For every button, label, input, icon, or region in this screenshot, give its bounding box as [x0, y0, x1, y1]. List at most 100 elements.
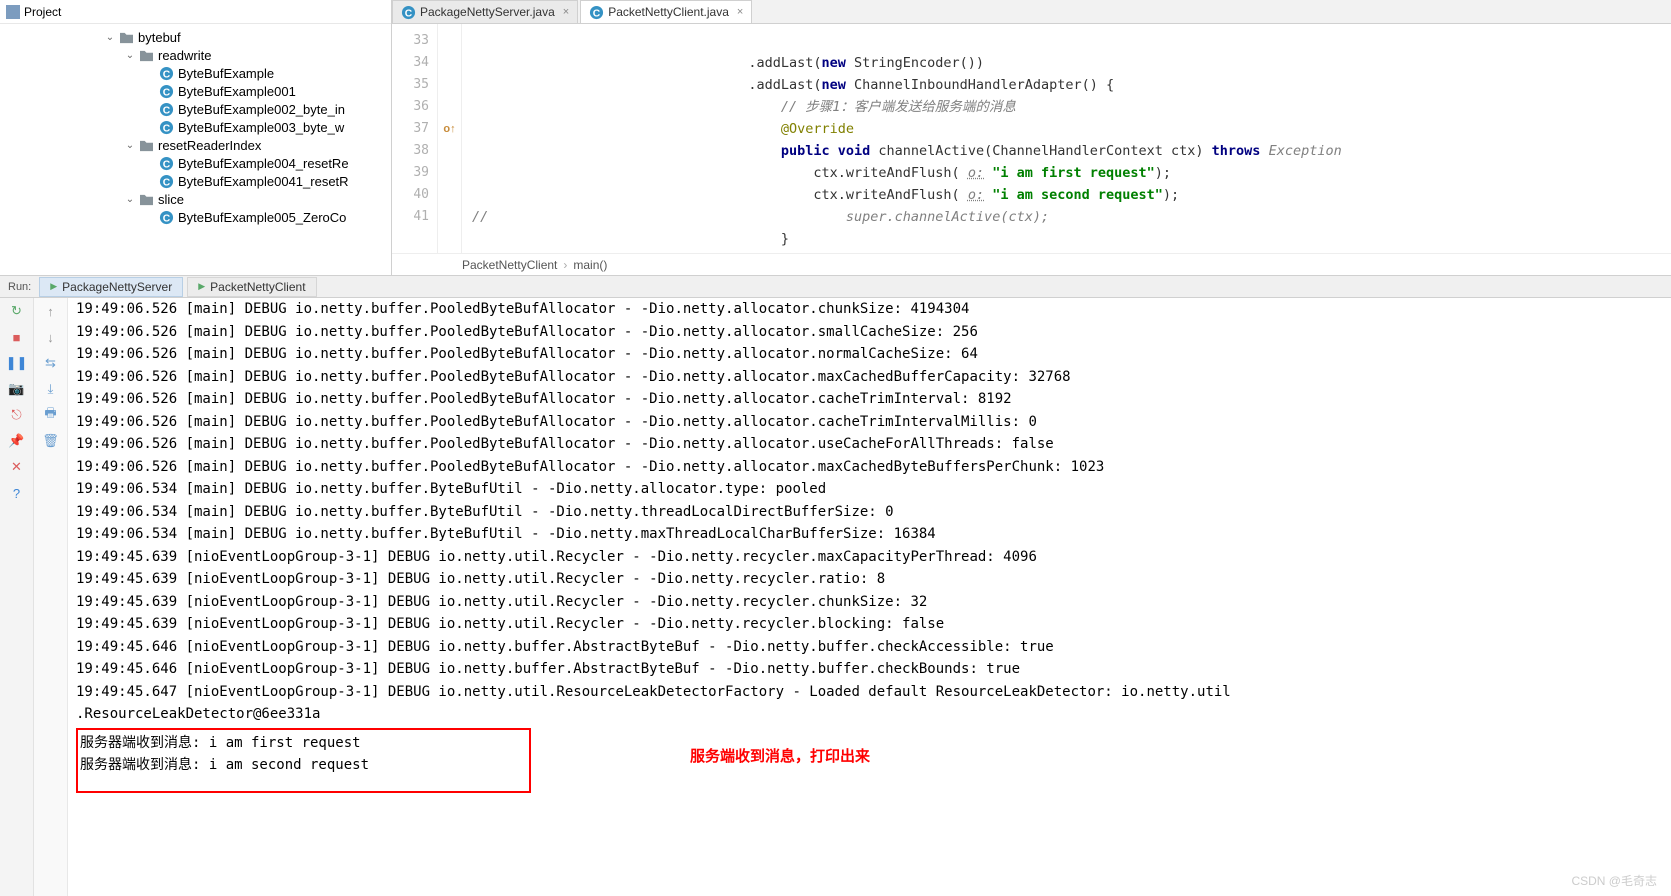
tree-item-label: ByteBufExample004_resetRe [178, 156, 349, 171]
svg-text:C: C [162, 177, 170, 188]
chevron-down-icon[interactable]: ⌄ [124, 50, 136, 61]
breadcrumb-method[interactable]: main() [573, 258, 607, 272]
tree-item[interactable]: CByteBufExample003_byte_w [0, 118, 391, 136]
tree-item[interactable]: ⌄ slice [0, 190, 391, 208]
run-tab[interactable]: ▶PacketNettyClient [187, 277, 316, 297]
console-line: 19:49:06.526 [main] DEBUG io.netty.buffe… [76, 321, 1671, 344]
svg-text:C: C [593, 8, 601, 19]
console-line: 19:49:06.526 [main] DEBUG io.netty.buffe… [76, 456, 1671, 479]
scroll-end-icon[interactable]: ⤓ [42, 380, 60, 398]
class-icon: C [158, 173, 174, 189]
tree-item-label: bytebuf [138, 30, 181, 45]
chevron-down-icon[interactable]: ⌄ [124, 194, 136, 205]
console-output[interactable]: 19:49:06.526 [main] DEBUG io.netty.buffe… [68, 298, 1671, 896]
line-number: 40 [392, 184, 437, 206]
tree-item[interactable]: C ByteBufExample0041_resetR [0, 172, 391, 190]
run-tab-label: PacketNettyClient [210, 280, 305, 294]
close-icon[interactable]: × [737, 6, 743, 18]
editor-tab[interactable]: C PacketNettyClient.java × [580, 0, 752, 23]
close-icon[interactable]: × [563, 6, 569, 18]
play-icon: ▶ [50, 281, 57, 292]
editor-tab-bar: CPackageNettyServer.java× C PacketNettyCli… [392, 0, 1671, 24]
chevron-right-icon: › [563, 258, 567, 272]
editor-gutter-marks: o↑ [438, 24, 462, 253]
console-line: 19:49:06.526 [main] DEBUG io.netty.buffe… [76, 343, 1671, 366]
folder-icon [118, 29, 134, 45]
console-line: 19:49:45.639 [nioEventLoopGroup-3-1] DEB… [76, 546, 1671, 569]
chevron-down-icon[interactable]: ⌄ [124, 140, 136, 151]
tree-item[interactable]: C ByteBufExample004_resetRe [0, 154, 391, 172]
run-tab[interactable]: ▶ PackageNettyServer [39, 277, 183, 297]
gutter-mark[interactable] [438, 162, 461, 184]
class-icon: C [589, 5, 603, 19]
gutter-mark[interactable] [438, 184, 461, 206]
console-line: 19:49:06.534 [main] DEBUG io.netty.buffe… [76, 478, 1671, 501]
gutter-mark[interactable] [438, 206, 461, 228]
svg-text:C: C [162, 159, 170, 170]
tree-item[interactable]: ⌄ readwrite [0, 46, 391, 64]
code-editor[interactable]: .addLast(new StringEncoder()) .addLast(n… [462, 24, 1671, 253]
gutter-mark[interactable] [438, 96, 461, 118]
tree-item[interactable]: CByteBufExample002_byte_in [0, 100, 391, 118]
folder-icon [138, 47, 154, 63]
console-line: 19:49:06.526 [main] DEBUG io.netty.buffe… [76, 433, 1671, 456]
tree-item[interactable]: CByteBufExample001 [0, 82, 391, 100]
class-icon: C [158, 83, 174, 99]
tree-item[interactable]: ⌄resetReaderIndex [0, 136, 391, 154]
print-icon[interactable]: 🖶 [42, 406, 60, 424]
project-title: Project [24, 5, 61, 19]
run-tab-label: PackageNettyServer [62, 280, 172, 294]
rerun-icon[interactable]: ↻ [8, 302, 26, 320]
watermark: CSDN @毛奇志 [1571, 870, 1657, 893]
chevron-down-icon[interactable]: ⌄ [104, 32, 116, 43]
pin-icon[interactable]: 📌 [8, 432, 26, 450]
tree-item-label: ByteBufExample0041_resetR [178, 174, 349, 189]
class-icon: C [158, 209, 174, 225]
tree-item[interactable]: CByteBufExample005_ZeroCo [0, 208, 391, 226]
console-line: 服务器端收到消息: i am second request [80, 754, 369, 777]
tab-label: PacketNettyClient.java [608, 5, 729, 19]
override-icon[interactable]: o↑ [443, 123, 455, 135]
up-icon[interactable]: ↑ [42, 302, 60, 320]
gutter-mark[interactable] [438, 30, 461, 52]
camera-icon[interactable]: 📷 [8, 380, 26, 398]
project-header[interactable]: Project [0, 0, 391, 24]
pause-icon[interactable]: ❚❚ [8, 354, 26, 372]
console-line: 19:49:06.534 [main] DEBUG io.netty.buffe… [76, 501, 1671, 524]
down-icon[interactable]: ↓ [42, 328, 60, 346]
gutter-mark[interactable] [438, 52, 461, 74]
editor-tab[interactable]: CPackageNettyServer.java× [392, 0, 578, 23]
project-tree[interactable]: ⌄bytebuf⌄readwriteCByteBufExampleCByteBu… [0, 24, 391, 275]
highlight-box: 服务器端收到消息: i am first request服务器端收到消息: i … [76, 728, 531, 793]
line-number: 34 [392, 52, 437, 74]
help-icon[interactable]: ? [8, 484, 26, 502]
soft-wrap-icon[interactable]: ⇆ [42, 354, 60, 372]
console-line: 19:49:45.639 [nioEventLoopGroup-3-1] DEB… [76, 568, 1671, 591]
trash-icon[interactable]: 🗑 [42, 432, 60, 450]
breadcrumb[interactable]: PacketNettyClient › main() [392, 253, 1671, 275]
class-icon: C [158, 155, 174, 171]
folder-icon [138, 191, 154, 207]
console-line: 19:49:45.646 [nioEventLoopGroup-3-1] DEB… [76, 658, 1671, 681]
exit-icon[interactable]: ⎋ [8, 406, 26, 424]
tree-item[interactable]: ⌄ bytebuf [0, 28, 391, 46]
console-line: 19:49:45.639 [nioEventLoopGroup-3-1] DEB… [76, 613, 1671, 636]
line-number: 33 [392, 30, 437, 52]
stop-icon[interactable]: ■ [8, 328, 26, 346]
gutter-mark[interactable] [438, 74, 461, 96]
console-line: 19:49:06.526 [main] DEBUG io.netty.buffe… [76, 388, 1671, 411]
console-line: 19:49:06.526 [main] DEBUG io.netty.buffe… [76, 298, 1671, 321]
tree-item-label: slice [158, 192, 184, 207]
console-line: 19:49:06.526 [main] DEBUG io.netty.buffe… [76, 366, 1671, 389]
svg-text:C: C [162, 105, 170, 116]
breadcrumb-class[interactable]: PacketNettyClient [462, 258, 557, 272]
tree-item-label: readwrite [158, 48, 211, 63]
tree-item[interactable]: CByteBufExample [0, 64, 391, 82]
gutter-mark[interactable] [438, 140, 461, 162]
folder-icon [138, 137, 154, 153]
run-label: Run: [0, 281, 39, 293]
run-header: Run: ▶ PackageNettyServer ▶PacketNettyClie… [0, 276, 1671, 298]
line-number: 36 [392, 96, 437, 118]
gutter-mark[interactable]: o↑ [438, 118, 461, 140]
close-icon[interactable]: ✕ [8, 458, 26, 476]
